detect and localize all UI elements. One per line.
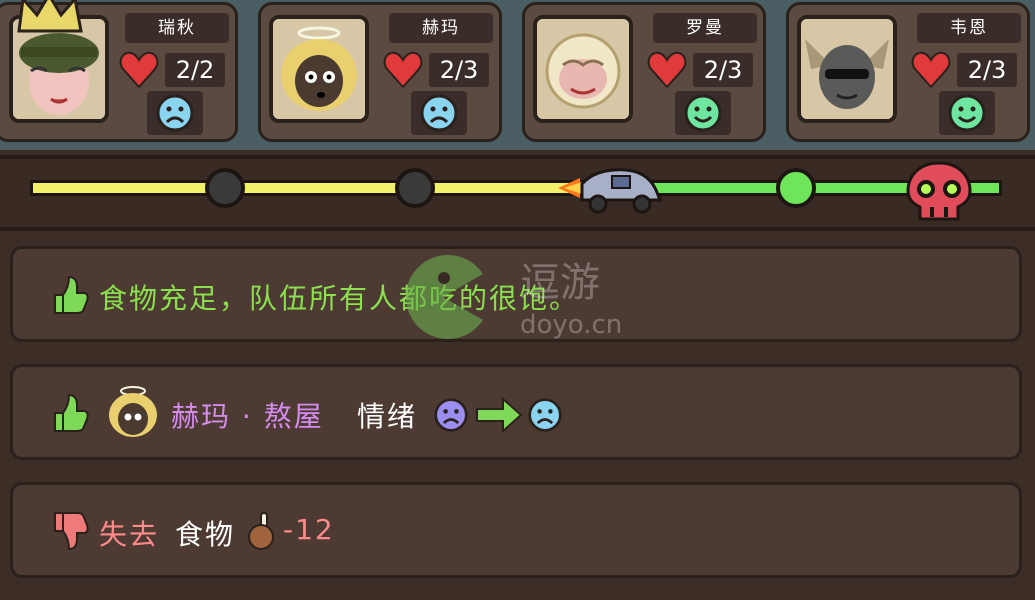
- event-panel-mood: 赫玛 · 熬屋 情绪: [10, 364, 1022, 460]
- waypoint-node-upcoming: [776, 168, 816, 208]
- character-name: 罗曼: [653, 13, 757, 43]
- heart-icon: [647, 51, 687, 89]
- character-card-2[interactable]: 赫玛 2/3: [258, 2, 502, 142]
- waypoint-node-passed: [205, 168, 245, 208]
- character-name-link: 赫玛 · 熬屋: [171, 400, 324, 433]
- health-value: 2/3: [693, 53, 753, 87]
- car-icon: [558, 168, 663, 214]
- arrow-right-icon: [476, 397, 523, 433]
- character-card-4[interactable]: 韦恩 2/3: [786, 2, 1030, 142]
- thumbs-up-icon: [54, 275, 89, 314]
- character-card-1[interactable]: 瑞秋 2/2: [0, 0, 238, 142]
- character-name: 瑞秋: [125, 13, 229, 43]
- skull-icon: [906, 161, 972, 221]
- food-message: 食物充足，队伍所有人都吃的很饱。: [99, 282, 580, 315]
- sad-face-icon: [156, 94, 194, 132]
- sad-face-icon: [420, 94, 458, 132]
- character-name: 赫玛: [389, 13, 493, 43]
- character-portrait-roman: [537, 19, 629, 119]
- character-name: 韦恩: [917, 13, 1021, 43]
- track-traveled: [30, 180, 590, 196]
- character-card-3[interactable]: 罗曼 2/3: [522, 2, 766, 142]
- portrait-2: [269, 15, 369, 123]
- meat-icon: [248, 512, 274, 550]
- character-portrait-wayne: [801, 19, 893, 119]
- heart-icon: [119, 51, 159, 89]
- portrait-3: [533, 15, 633, 123]
- crown-icon: [17, 0, 83, 33]
- event-panel-loss: 失去 食物 -12: [10, 482, 1022, 578]
- watermark-url: doyo.cn: [520, 310, 623, 340]
- waypoint-node-passed: [395, 168, 435, 208]
- health-value: 2/2: [165, 53, 225, 87]
- happy-face-icon: [948, 94, 986, 132]
- watermark-logo: [405, 255, 483, 339]
- portrait-4: [797, 15, 897, 123]
- health-value: 2/3: [957, 53, 1017, 87]
- mood-before-icon: [434, 398, 468, 432]
- health-value: 2/3: [429, 53, 489, 87]
- loss-item: 食物: [175, 518, 236, 551]
- character-portrait-rachel: [13, 19, 105, 119]
- character-avatar-hema: [109, 386, 157, 437]
- loss-label: 失去: [99, 518, 160, 551]
- event-panel-food: 食物充足，队伍所有人都吃的很饱。: [10, 246, 1022, 342]
- heart-icon: [911, 51, 951, 89]
- loss-amount: -12: [283, 513, 335, 546]
- character-portrait-hema: [273, 19, 365, 119]
- mood-label: 情绪: [357, 400, 418, 433]
- happy-face-icon: [684, 94, 722, 132]
- thumbs-down-icon: [54, 512, 89, 551]
- mood-after-icon: [528, 398, 562, 432]
- thumbs-up-icon: [54, 393, 89, 432]
- watermark-brand: 逗游: [520, 260, 600, 306]
- heart-icon: [383, 51, 423, 89]
